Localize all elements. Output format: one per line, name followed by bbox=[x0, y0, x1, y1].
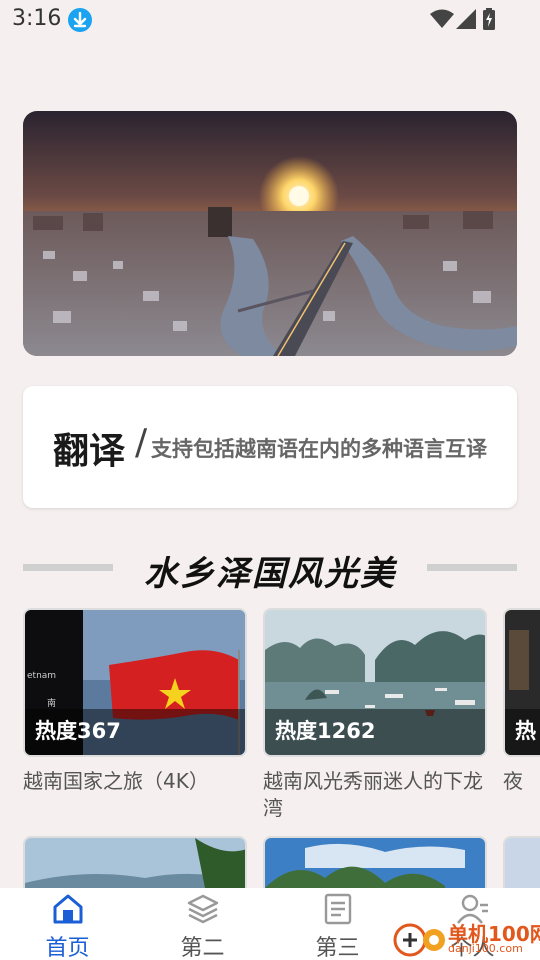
video-card[interactable]: 热 夜 bbox=[503, 608, 540, 828]
watermark: 单机100网 danji100.com bbox=[392, 916, 540, 960]
hero-banner[interactable] bbox=[23, 111, 517, 356]
status-icons bbox=[430, 8, 498, 30]
battery-icon bbox=[483, 8, 495, 30]
video-title[interactable]: 夜 bbox=[503, 768, 540, 795]
nav-third-label: 第三 bbox=[315, 936, 360, 960]
sky-image bbox=[505, 838, 540, 888]
karst-mountain-image bbox=[265, 838, 485, 888]
nav-second-label: 第二 bbox=[180, 936, 225, 960]
watermark-logo-icon bbox=[393, 923, 445, 957]
section-heading: 水乡泽国风光美 bbox=[0, 546, 540, 594]
home-icon bbox=[53, 894, 82, 924]
video-card[interactable] bbox=[263, 836, 487, 888]
city-sunset-image bbox=[23, 111, 517, 356]
section-line-right bbox=[427, 564, 517, 571]
translate-description: 支持包括越南语在内的多种语言互译 bbox=[151, 437, 487, 461]
translate-slash: / bbox=[135, 422, 148, 463]
landscape-image bbox=[25, 838, 245, 888]
translate-card[interactable]: 翻译 / 支持包括越南语在内的多种语言互译 bbox=[23, 386, 517, 508]
video-card[interactable] bbox=[23, 836, 247, 888]
layers-icon bbox=[187, 894, 218, 924]
download-icon bbox=[68, 8, 92, 32]
video-thumbnail[interactable]: 热 bbox=[503, 608, 540, 757]
nav-home-label: 首页 bbox=[45, 936, 90, 960]
heat-count: 热度367 bbox=[35, 719, 121, 743]
video-thumbnail[interactable] bbox=[23, 836, 247, 888]
video-thumbnail[interactable] bbox=[263, 836, 487, 888]
video-thumbnail[interactable] bbox=[503, 836, 540, 888]
watermark-sub: danji100.com bbox=[448, 942, 523, 955]
flag-caption-2: 南 bbox=[47, 697, 56, 709]
heat-count: 热 bbox=[515, 719, 536, 743]
video-thumbnail[interactable]: 热度1262 bbox=[263, 608, 487, 757]
wifi-icon bbox=[430, 9, 454, 28]
nav-third[interactable]: 第三 bbox=[270, 888, 405, 960]
flag-caption-1: etnam bbox=[27, 671, 56, 681]
status-time: 3:16 bbox=[12, 6, 62, 31]
video-title[interactable]: 越南国家之旅（4K） bbox=[23, 768, 253, 795]
nav-home[interactable]: 首页 bbox=[0, 888, 135, 960]
status-bar: 3:16 bbox=[0, 0, 540, 40]
signal-icon bbox=[456, 9, 476, 29]
document-icon bbox=[324, 893, 351, 925]
heat-count: 热度1262 bbox=[275, 719, 376, 743]
video-thumbnail[interactable]: etnam 南 热度367 bbox=[23, 608, 247, 757]
video-card[interactable] bbox=[503, 836, 540, 888]
video-title[interactable]: 越南风光秀丽迷人的下龙湾 bbox=[263, 768, 493, 822]
translate-title: 翻译 bbox=[53, 431, 126, 472]
nav-second[interactable]: 第二 bbox=[135, 888, 270, 960]
